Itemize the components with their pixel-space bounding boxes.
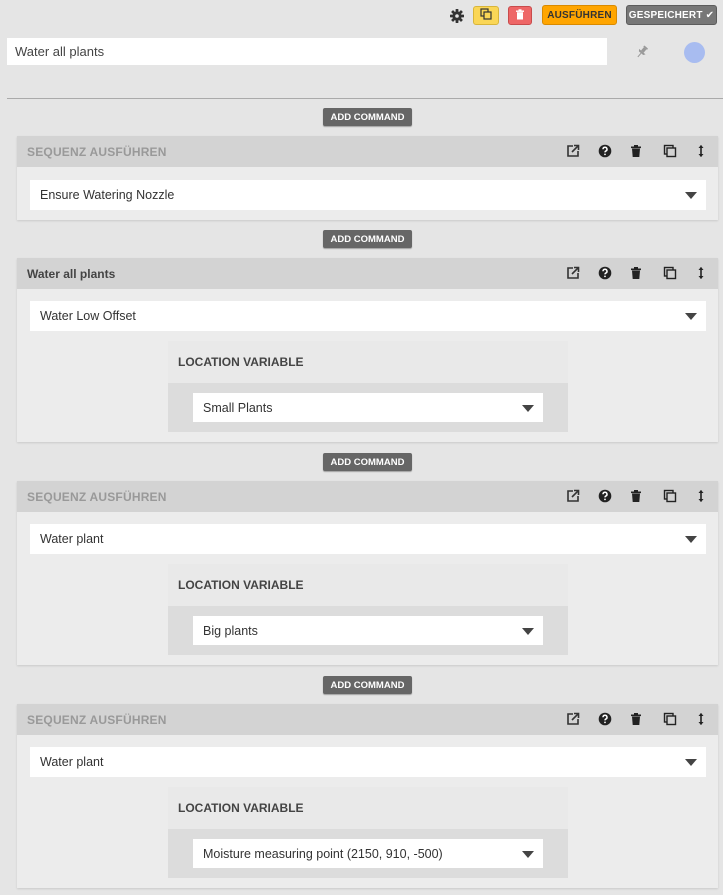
select-value: Moisture measuring point (2150, 910, -50…: [203, 846, 443, 861]
trash-icon[interactable]: [629, 144, 643, 158]
select-value: Water Low Offset: [40, 309, 136, 323]
step-header: SEQUENZ AUSFÜHREN: [17, 704, 718, 735]
drag-handle-icon[interactable]: [694, 489, 708, 503]
caret-down-icon: [522, 627, 534, 635]
trash-icon[interactable]: [629, 712, 643, 726]
sequence-select[interactable]: Water Low Offset: [30, 301, 706, 331]
step-title: SEQUENZ AUSFÜHREN: [27, 144, 167, 159]
drag-handle-icon[interactable]: [694, 266, 708, 280]
location-variable-panel: LOCATION VARIABLE Big plants: [168, 564, 568, 655]
location-variable-panel: LOCATION VARIABLE Moisture measuring poi…: [168, 787, 568, 878]
duplicate-icon[interactable]: [663, 489, 677, 503]
step-card: SEQUENZ AUSFÜHREN Water plant LOCATION V…: [17, 704, 718, 888]
duplicate-icon[interactable]: [663, 712, 677, 726]
caret-down-icon: [522, 850, 534, 858]
add-command-button[interactable]: ADD COMMAND: [323, 230, 412, 248]
saved-status-button[interactable]: GESPEICHERT ✔: [626, 5, 717, 25]
select-value: Ensure Watering Nozzle: [40, 188, 175, 202]
select-value: Big plants: [203, 623, 258, 638]
help-icon[interactable]: [598, 144, 612, 158]
select-value: Water plant: [40, 532, 104, 546]
external-link-icon[interactable]: [566, 712, 580, 726]
top-toolbar: AUSFÜHREN GESPEICHERT ✔: [0, 0, 723, 30]
caret-down-icon: [685, 536, 697, 543]
variable-label: LOCATION VARIABLE: [168, 341, 568, 383]
location-variable-select[interactable]: Big plants: [193, 616, 543, 645]
sequence-color-picker[interactable]: [684, 42, 705, 63]
variable-body: Big plants: [168, 606, 568, 655]
step-header: SEQUENZ AUSFÜHREN: [17, 136, 718, 167]
sequence-name-input[interactable]: [7, 38, 607, 65]
pin-icon[interactable]: [634, 44, 650, 60]
divider: [7, 98, 723, 99]
select-value: Small Plants: [203, 400, 273, 415]
step-header: Water all plants: [17, 258, 718, 289]
step-card: SEQUENZ AUSFÜHREN Ensure Watering Nozzle: [17, 136, 718, 220]
trash-icon[interactable]: [629, 489, 643, 503]
variable-label: LOCATION VARIABLE: [168, 564, 568, 606]
step-card: SEQUENZ AUSFÜHREN Water plant LOCATION V…: [17, 481, 718, 665]
sequence-select[interactable]: Ensure Watering Nozzle: [30, 180, 706, 210]
add-command-button[interactable]: ADD COMMAND: [323, 453, 412, 471]
caret-down-icon: [685, 759, 697, 766]
variable-body: Small Plants: [168, 383, 568, 432]
sequence-select[interactable]: Water plant: [30, 524, 706, 554]
step-header: SEQUENZ AUSFÜHREN: [17, 481, 718, 512]
duplicate-icon[interactable]: [663, 144, 677, 158]
external-link-icon[interactable]: [566, 489, 580, 503]
caret-down-icon: [685, 313, 697, 320]
copy-sequence-button[interactable]: [473, 6, 499, 25]
gear-icon[interactable]: [449, 8, 465, 24]
drag-handle-icon[interactable]: [694, 144, 708, 158]
variable-label: LOCATION VARIABLE: [168, 787, 568, 829]
location-variable-select[interactable]: Moisture measuring point (2150, 910, -50…: [193, 839, 543, 868]
variable-body: Moisture measuring point (2150, 910, -50…: [168, 829, 568, 878]
sequence-select[interactable]: Water plant: [30, 747, 706, 777]
step-title: Water all plants: [27, 266, 116, 281]
add-command-button[interactable]: ADD COMMAND: [323, 108, 412, 126]
caret-down-icon: [685, 192, 697, 199]
drag-handle-icon[interactable]: [694, 712, 708, 726]
location-variable-select[interactable]: Small Plants: [193, 393, 543, 422]
run-button[interactable]: AUSFÜHREN: [542, 5, 617, 25]
select-value: Water plant: [40, 755, 104, 769]
delete-sequence-button[interactable]: [508, 6, 532, 25]
duplicate-icon[interactable]: [663, 266, 677, 280]
step-title: SEQUENZ AUSFÜHREN: [27, 712, 167, 727]
help-icon[interactable]: [598, 712, 612, 726]
add-command-button[interactable]: ADD COMMAND: [323, 676, 412, 694]
step-card: Water all plants Water Low Offset LOCATI…: [17, 258, 718, 442]
location-variable-panel: LOCATION VARIABLE Small Plants: [168, 341, 568, 432]
help-icon[interactable]: [598, 489, 612, 503]
step-title: SEQUENZ AUSFÜHREN: [27, 489, 167, 504]
external-link-icon[interactable]: [566, 144, 580, 158]
help-icon[interactable]: [598, 266, 612, 280]
copy-icon: [480, 7, 492, 25]
trash-icon[interactable]: [629, 266, 643, 280]
caret-down-icon: [522, 404, 534, 412]
external-link-icon[interactable]: [566, 266, 580, 280]
trash-icon: [515, 7, 525, 25]
